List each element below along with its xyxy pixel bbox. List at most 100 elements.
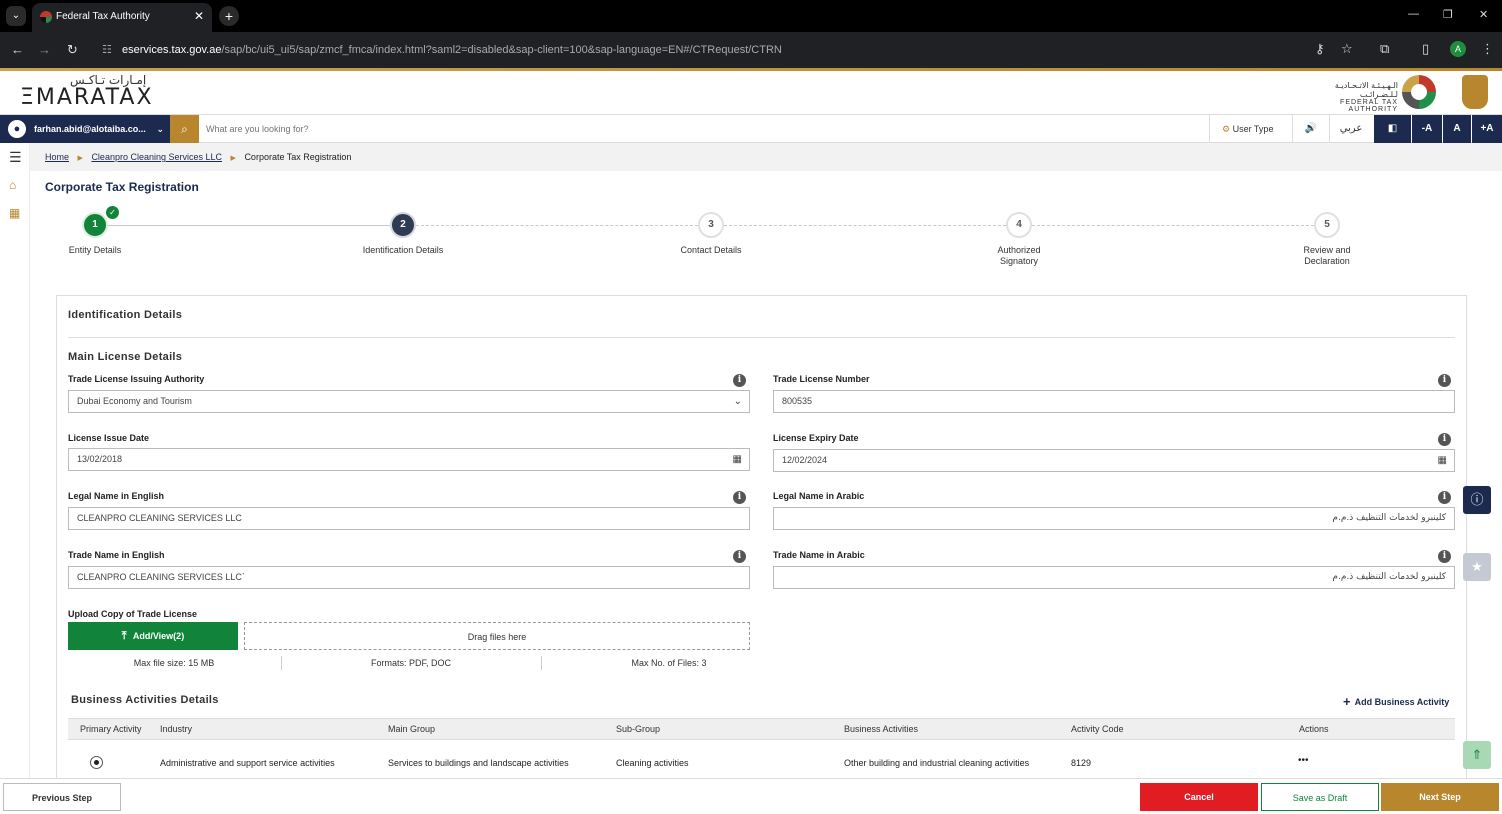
info-icon[interactable]: i — [1438, 550, 1451, 563]
font-decrease-button[interactable]: -A — [1412, 115, 1442, 143]
restore-icon[interactable]: ❐ — [1443, 8, 1453, 21]
expiry-date-field[interactable]: 12/02/2024 ▦ — [773, 449, 1455, 472]
col-business-activities: Business Activities — [844, 724, 919, 734]
divider — [1209, 115, 1210, 143]
browser-tab-bar: ⌄ Federal Tax Authority ✕ + — ❐ ✕ — [0, 0, 1502, 32]
previous-step-button[interactable]: Previous Step — [3, 783, 121, 811]
calendar-icon[interactable]: ▦ — [1438, 450, 1447, 471]
identification-card — [56, 295, 1467, 785]
breadcrumb-company[interactable]: Cleanpro Cleaning Services LLC — [91, 152, 222, 162]
speaker-icon[interactable]: 🔊 — [1293, 115, 1329, 143]
calendar-icon[interactable]: ▦ — [733, 449, 742, 470]
max-file-size: Max file size: 15 MB — [133, 658, 215, 668]
step-contact-details[interactable]: 3 Contact Details — [651, 212, 771, 256]
add-business-activity-button[interactable]: + Add Business Activity — [1343, 694, 1449, 709]
search-icon[interactable]: ⌕ — [170, 115, 199, 143]
user-type-label: User Type — [1232, 124, 1274, 134]
legal-name-en-label: Legal Name in English — [68, 491, 165, 501]
gear-icon: ⚙ — [1222, 124, 1231, 134]
breadcrumb-home[interactable]: Home — [45, 152, 69, 162]
chevron-down-icon: ⌄ — [733, 396, 742, 407]
primary-activity-radio[interactable] — [90, 756, 103, 769]
cancel-button[interactable]: Cancel — [1140, 783, 1258, 811]
info-icon[interactable]: i — [733, 491, 746, 504]
info-icon[interactable]: i — [1438, 491, 1451, 504]
save-draft-button[interactable]: Save as Draft — [1261, 783, 1379, 811]
forward-icon[interactable]: → — [38, 42, 51, 57]
language-toggle[interactable]: عربي — [1330, 115, 1372, 143]
apps-grid-icon[interactable]: ▦ — [9, 206, 20, 220]
hamburger-menu-icon[interactable]: ☰ — [9, 149, 22, 166]
step-authorized-signatory[interactable]: 4 Authorized Signatory — [959, 212, 1079, 267]
info-icon[interactable]: i — [1438, 433, 1451, 446]
info-icon[interactable]: i — [733, 550, 746, 563]
issue-date-field[interactable]: 13/02/2018 ▦ — [68, 448, 750, 471]
tab-title: Federal Tax Authority — [56, 11, 150, 22]
license-number-label: Trade License Number — [773, 374, 870, 384]
scroll-top-icon[interactable]: ⇑ — [1463, 741, 1491, 769]
help-info-icon[interactable]: ⓘ — [1463, 486, 1491, 514]
password-key-icon[interactable]: ⚷ — [1315, 41, 1325, 57]
file-drop-zone[interactable]: Drag files here — [244, 622, 750, 650]
user-type-button[interactable]: ⚙ User Type — [1222, 115, 1273, 143]
main-license-title: Main License Details — [68, 351, 183, 363]
side-panel-icon[interactable]: ▯ — [1422, 41, 1429, 57]
step-label: Contact Details — [680, 245, 742, 255]
url-host: eservices.tax.gov.ae — [122, 44, 222, 56]
font-normal-button[interactable]: A — [1443, 115, 1471, 143]
favorite-star-icon[interactable]: ★ — [1463, 553, 1491, 581]
search-input[interactable] — [206, 121, 1106, 137]
legal-name-ar-label: Legal Name in Arabic — [773, 491, 865, 501]
url-field[interactable]: ☷ eservices.tax.gov.ae/sap/bc/ui5_ui5/sa… — [92, 38, 1302, 62]
profile-avatar[interactable]: A — [1450, 41, 1466, 57]
bookmark-star-icon[interactable]: ☆ — [1341, 41, 1353, 57]
step-entity-details[interactable]: 1 ✓ Entity Details — [35, 206, 155, 256]
emaratax-logo[interactable]: ΞMARATAX — [20, 85, 154, 110]
trade-name-ar-field[interactable]: كلينبرو لخدمات التنظيف ذ.م.م — [773, 566, 1455, 589]
info-icon[interactable]: i — [1438, 374, 1451, 387]
info-icon[interactable]: i — [733, 374, 746, 387]
site-settings-icon[interactable]: ☷ — [102, 38, 112, 62]
legal-name-en-field[interactable]: CLEANPRO CLEANING SERVICES LLC — [68, 507, 750, 530]
browser-menu-icon[interactable]: ⋮ — [1481, 41, 1494, 57]
step-identification-details[interactable]: 2 Identification Details — [343, 212, 463, 256]
trade-name-en-field[interactable]: CLEANPRO CLEANING SERVICES LLC` — [68, 566, 750, 589]
user-menu[interactable]: ● farhan.abid@alotaiba.co... ⌄ — [0, 115, 170, 143]
col-sub-group: Sub-Group — [616, 724, 661, 734]
add-view-upload-button[interactable]: ⤒ Add/View(2) — [68, 622, 238, 650]
step-label: Entity Details — [68, 245, 122, 255]
minimize-icon[interactable]: — — [1408, 8, 1419, 20]
extensions-icon[interactable]: ⧉ — [1380, 41, 1389, 57]
business-activities-title: Business Activities Details — [71, 694, 219, 706]
tab-list-chevron-icon[interactable]: ⌄ — [6, 6, 26, 26]
tab-close-icon[interactable]: ✕ — [194, 9, 204, 23]
back-icon[interactable]: ← — [11, 42, 24, 57]
site-header: إمـارات تـاكـس ΞMARATAX الـهـيـئـة الاتـ… — [0, 71, 1502, 114]
step-number: 3 — [698, 212, 724, 238]
font-increase-button[interactable]: +A — [1472, 115, 1502, 143]
expiry-date-value: 12/02/2024 — [782, 455, 828, 465]
issuing-authority-select[interactable]: Dubai Economy and Tourism ⌄ — [68, 390, 750, 413]
step-review-declaration[interactable]: 5 Review and Declaration — [1267, 212, 1387, 267]
step-label: Identification Details — [362, 245, 444, 255]
col-primary-activity: Primary Activity — [80, 724, 142, 734]
new-tab-icon[interactable]: + — [219, 6, 239, 26]
row-actions-more-icon[interactable]: ••• — [1298, 740, 1309, 782]
file-formats: Formats: PDF, DOC — [370, 658, 451, 668]
legal-name-ar-field[interactable]: كلينبرو لخدمات التنظيف ذ.م.م — [773, 507, 1455, 530]
fta-logo-icon — [1402, 75, 1436, 109]
contrast-icon[interactable]: ◧ — [1374, 115, 1411, 143]
col-activity-code: Activity Code — [1071, 724, 1124, 734]
upload-icon: ⤒ — [121, 630, 127, 642]
home-icon[interactable]: ⌂ — [9, 178, 16, 192]
uae-emblem-icon — [1462, 75, 1488, 109]
step-number: 4 — [1006, 212, 1032, 238]
next-step-button[interactable]: Next Step — [1381, 783, 1499, 811]
license-number-field[interactable]: 800535 — [773, 390, 1455, 413]
breadcrumb-current: Corporate Tax Registration — [244, 152, 352, 162]
check-icon: ✓ — [106, 206, 119, 219]
browser-tab[interactable]: Federal Tax Authority ✕ — [32, 3, 212, 32]
window-close-icon[interactable]: ✕ — [1479, 8, 1488, 21]
reload-icon[interactable]: ↻ — [67, 42, 78, 58]
divider — [68, 337, 1455, 338]
